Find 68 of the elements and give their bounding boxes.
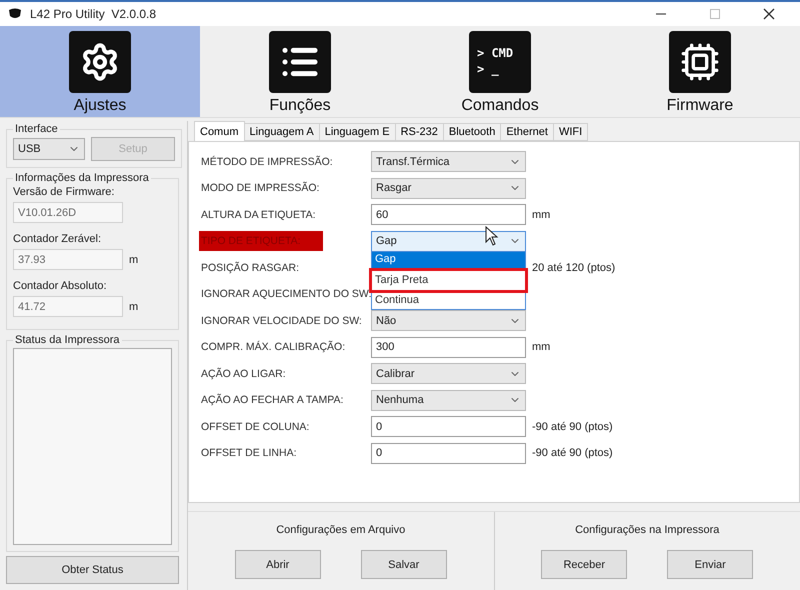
readonly-field[interactable]: 37.93 (13, 249, 123, 270)
nav-tab[interactable]: Ajustes (0, 26, 200, 117)
section-title: Configurações em Arquivo (276, 524, 406, 536)
window-title: L42 Pro Utility V2.0.0.8 (30, 7, 158, 21)
group-title: Informações da Impressora (14, 172, 150, 184)
readonly-field[interactable]: 41.72 (13, 296, 123, 317)
field-label: Contador Zerável: (13, 233, 102, 245)
dropdown[interactable]: Transf.Térmica (371, 151, 526, 172)
setting-label: OFFSET DE LINHA: (200, 446, 298, 462)
tab[interactable]: Linguagem E (318, 123, 396, 141)
maximize-icon (710, 9, 720, 19)
unit-label: -90 até 90 (ptos) (532, 420, 613, 433)
input-field[interactable]: 60 (371, 204, 526, 226)
setting-label: OFFSET DE COLUNA: (200, 420, 310, 435)
nav-label: Comandos (461, 97, 539, 115)
tab[interactable]: WIFI (552, 123, 588, 141)
unit-label: mm (532, 341, 550, 354)
terminal-icon-text: > CMD (477, 46, 514, 62)
dropdown[interactable]: Calibrar (371, 363, 526, 384)
setting-label: ALTURA DA ETIQUETA: (200, 208, 317, 223)
setting-label: MODO DE IMPRESSÃO: (200, 180, 320, 196)
close-icon (763, 8, 775, 20)
input-field[interactable]: 300 (371, 336, 526, 358)
nav-label: Funções (269, 97, 331, 115)
terminal-icon-text: > _ (477, 62, 499, 78)
mouse-pointer-icon (485, 226, 499, 246)
dropdown-option[interactable]: Gap (372, 252, 525, 268)
setting-label: AÇÃO AO LIGAR: (200, 366, 287, 382)
setting-label: AÇÃO AO FECHAR A TAMPA: (200, 392, 344, 408)
dropdown[interactable]: Rasgar (371, 178, 526, 199)
nav-label: Ajustes (74, 97, 126, 115)
dropdown[interactable]: Gap (371, 230, 526, 252)
setting-label: COMPR. MÁX. CALIBRAÇÃO: (200, 340, 346, 356)
unit-label: mm (532, 208, 550, 221)
dropdown[interactable]: Não (371, 310, 526, 332)
unit-label: m (129, 254, 138, 266)
field-label: Contador Absoluto: (13, 280, 108, 292)
tab[interactable]: Bluetooth (442, 123, 502, 141)
gear-icon (80, 42, 120, 82)
unit-label: -90 até 90 (ptos) (532, 447, 613, 460)
app-logo-icon (8, 8, 22, 20)
get-status-button[interactable]: Obter Status (6, 556, 179, 584)
unit-label: 20 até 120 (ptos) (532, 262, 616, 274)
interface-dropdown[interactable]: USB (13, 138, 85, 160)
dropdown[interactable]: Nenhuma (371, 390, 526, 411)
action-button[interactable]: Salvar (360, 550, 447, 579)
input-field[interactable]: 0 (371, 416, 526, 438)
nav-label: Firmware (666, 97, 734, 115)
setting-label: IGNORAR VELOCIDADE DO SW: (200, 314, 363, 329)
tab[interactable]: Ethernet (500, 123, 554, 141)
chip-icon (680, 42, 720, 82)
readonly-field[interactable]: V10.01.26D (13, 202, 123, 223)
section-title: Configurações na Impressora (575, 524, 720, 536)
tab[interactable]: RS-232 (394, 123, 444, 141)
setting-label: IGNORAR AQUECIMENTO DO SW: (200, 287, 371, 302)
tab[interactable]: Comum (194, 121, 245, 141)
group-title: Status da Impressora (14, 334, 121, 346)
setting-label: TIPO DE ETIQUETA: (199, 231, 323, 252)
input-field[interactable]: 0 (371, 442, 526, 464)
action-button[interactable]: Enviar (667, 550, 754, 579)
tab[interactable]: Linguagem A (244, 123, 320, 141)
setting-label: MÉTODO DE IMPRESSÃO: (200, 154, 334, 170)
action-button[interactable]: Abrir (234, 550, 321, 579)
field-label: Versão de Firmware: (13, 186, 116, 198)
setting-label: POSIÇÃO RASGAR: (200, 260, 300, 276)
group-title: Interface (14, 123, 59, 135)
action-button[interactable]: Receber (541, 550, 628, 579)
unit-label: m (129, 300, 138, 312)
